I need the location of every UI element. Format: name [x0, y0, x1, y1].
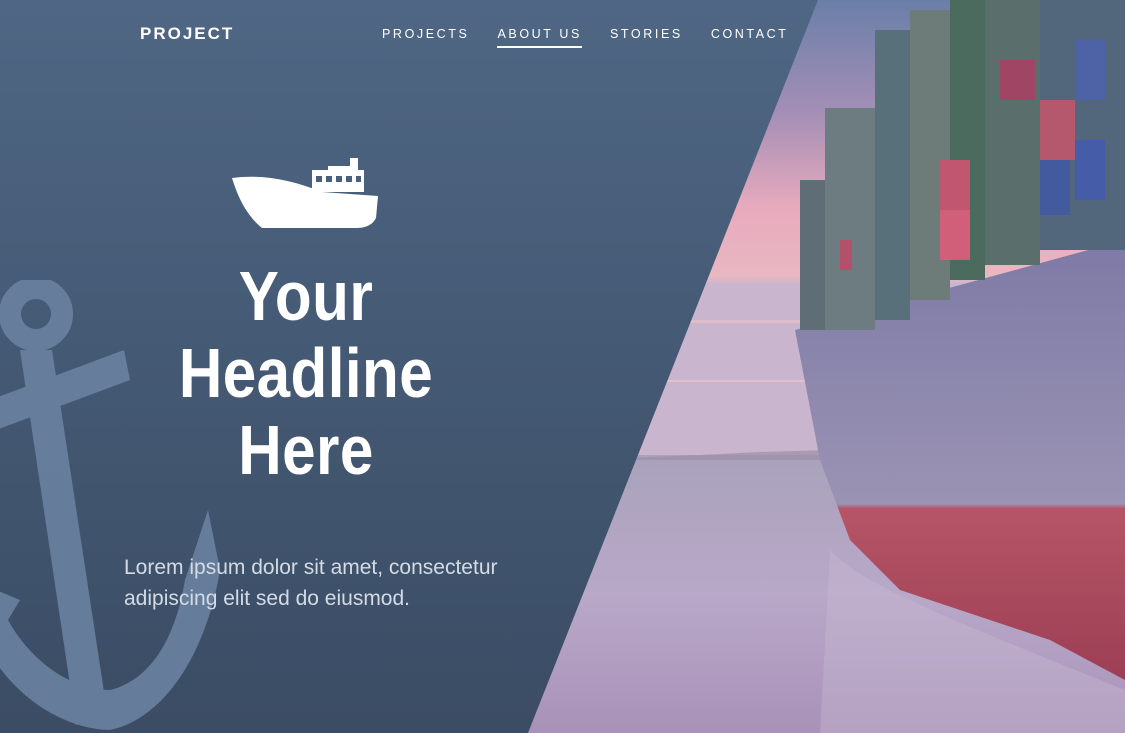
nav-item-about-us[interactable]: ABOUT US: [497, 27, 582, 48]
nav-item-stories[interactable]: STORIES: [610, 27, 683, 48]
headline-line-3: Here: [238, 411, 374, 489]
lead-line-1: Lorem ipsum dolor sit amet, consectetur: [124, 556, 498, 579]
brand-logo[interactable]: PROJECT: [140, 24, 234, 44]
headline-line-2: Headline: [178, 334, 434, 412]
main-nav: PROJECTS ABOUT US STORIES CONTACT: [382, 27, 817, 48]
nav-item-contact[interactable]: CONTACT: [711, 27, 789, 48]
ship-icon: [232, 158, 378, 228]
hero-headline: Your Headline Here: [176, 258, 436, 489]
headline-line-1: Your: [238, 257, 374, 335]
lead-line-2: adipiscing elit sed do eiusmod.: [124, 587, 411, 610]
page: PROJECT PROJECTS ABOUT US STORIES CONTAC…: [0, 0, 1125, 733]
nav-item-projects[interactable]: PROJECTS: [382, 27, 469, 48]
hero-lead-text: Lorem ipsum dolor sit amet, consectetur …: [124, 552, 544, 614]
